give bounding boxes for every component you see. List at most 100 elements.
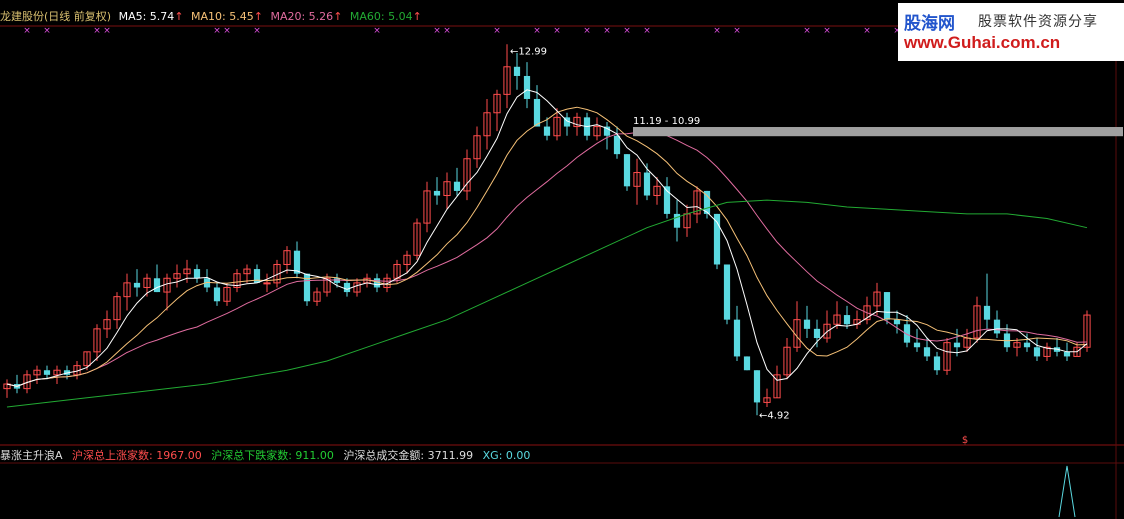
candle-body: [673, 213, 681, 228]
candle: [913, 328, 921, 352]
candle: [1003, 324, 1011, 352]
candle: [983, 273, 991, 329]
candle-body: [523, 75, 531, 99]
signal-marker-icon: ×: [493, 26, 501, 36]
candle-body: [983, 305, 991, 320]
down-count-label: 沪深总下跌家数: 911.00: [211, 449, 334, 462]
ma5-label: MA5: 5.74: [118, 10, 175, 23]
candle-body: [953, 342, 961, 348]
candle: [863, 296, 871, 325]
candle-body: [623, 154, 631, 187]
candle-body: [303, 273, 311, 302]
ma20-up-arrow-icon: ↑: [333, 10, 343, 23]
candle: [663, 177, 671, 219]
signal-marker-icon: ×: [43, 26, 51, 36]
candle: [603, 121, 611, 150]
candle: [613, 126, 621, 159]
signal-marker-icon: ×: [803, 26, 811, 36]
watermark-url: www.Guhai.com.cn: [904, 33, 1061, 52]
candle: [173, 264, 181, 288]
ma60-line: [6, 199, 1088, 408]
stock-title: 龙建股份(日线 前复权): [0, 10, 112, 23]
candle: [1043, 342, 1051, 362]
signal-marker-icon: ×: [623, 26, 631, 36]
candle-body: [893, 319, 901, 325]
signal-marker-icon: ×: [863, 26, 871, 36]
signal-marker-icon: ×: [643, 26, 651, 36]
signal-marker-icon: ×: [223, 26, 231, 36]
candle: [993, 310, 1001, 339]
ma10-up-arrow-icon: ↑: [253, 10, 263, 23]
candle-body: [723, 264, 731, 320]
candle: [563, 112, 571, 136]
candlestick-series: [3, 44, 1091, 416]
candle-body: [993, 319, 1001, 334]
signal-marker-icon: ×: [823, 26, 831, 36]
turnover-label: 沪深总成交金额: 3711.99: [343, 449, 474, 462]
signal-marker-icon: ×: [433, 26, 441, 36]
main-chart-header: 龙建股份(日线 前复权) MA5: 5.74↑ MA10: 5.45↑ MA20…: [0, 8, 426, 24]
candle-body: [1023, 342, 1031, 348]
candle-body: [883, 292, 891, 320]
watermark-brand: 股海网: [904, 14, 955, 34]
candle: [683, 204, 691, 237]
candle: [203, 269, 211, 293]
signal-marker-icon: ×: [253, 26, 261, 36]
candle-body: [513, 66, 521, 76]
ma10-label: MA10: 5.45: [191, 10, 254, 23]
candle: [763, 388, 771, 408]
candle: [693, 186, 701, 224]
signal-marker-icon: ×: [533, 26, 541, 36]
chart-annotations: ×××××××××××××××××××××××××××××←12.99←4.92…: [23, 26, 1123, 446]
candle: [483, 98, 491, 150]
candle: [413, 218, 421, 260]
chart-frame: [0, 25, 1124, 519]
candle-body: [843, 315, 851, 325]
candle-body: [263, 282, 271, 285]
candle: [523, 62, 531, 109]
candle-body: [1033, 347, 1041, 357]
candle: [3, 379, 11, 398]
candle-body: [333, 278, 341, 283]
candle-body: [533, 98, 541, 127]
signal-marker-icon: ×: [713, 26, 721, 36]
ma10-line: [6, 106, 1088, 387]
candle: [823, 310, 831, 343]
candle: [973, 296, 981, 343]
candle: [803, 305, 811, 339]
candle: [133, 269, 141, 297]
up-count-label: 沪深总上涨家数: 1967.00: [72, 449, 202, 462]
candle: [103, 310, 111, 339]
candle-body: [253, 269, 261, 283]
candle-body: [213, 287, 221, 302]
candle: [853, 310, 861, 329]
ma60-up-arrow-icon: ↑: [412, 10, 422, 23]
candle: [33, 365, 41, 385]
candle: [1053, 338, 1061, 357]
indicator-title: 暴涨主升浪A: [0, 449, 63, 462]
candle: [733, 305, 741, 362]
signal-marker-icon: ×: [213, 26, 221, 36]
ma20-label: MA20: 5.26: [270, 10, 334, 23]
candle-body: [913, 342, 921, 348]
candle-body: [343, 282, 351, 293]
xg-label: XG: 0.00: [482, 449, 531, 462]
kline-chart: ×××××××××××××××××××××××××××××←12.99←4.92…: [0, 25, 1124, 519]
signal-marker-icon: ×: [93, 26, 101, 36]
candle: [893, 310, 901, 334]
ma5-up-arrow-icon: ↑: [174, 10, 184, 23]
candle: [943, 338, 951, 375]
candle: [513, 52, 521, 90]
candle: [163, 273, 171, 311]
signal-marker-icon: ×: [583, 26, 591, 36]
watermark-slogan: 股票软件资源分享: [978, 14, 1098, 30]
candle: [243, 264, 251, 283]
candle: [113, 292, 121, 329]
candle: [793, 301, 801, 352]
candle: [263, 273, 271, 293]
candle: [213, 282, 221, 306]
candle: [123, 273, 131, 311]
candle: [723, 264, 731, 325]
candle: [223, 282, 231, 306]
candle-body: [933, 356, 941, 371]
